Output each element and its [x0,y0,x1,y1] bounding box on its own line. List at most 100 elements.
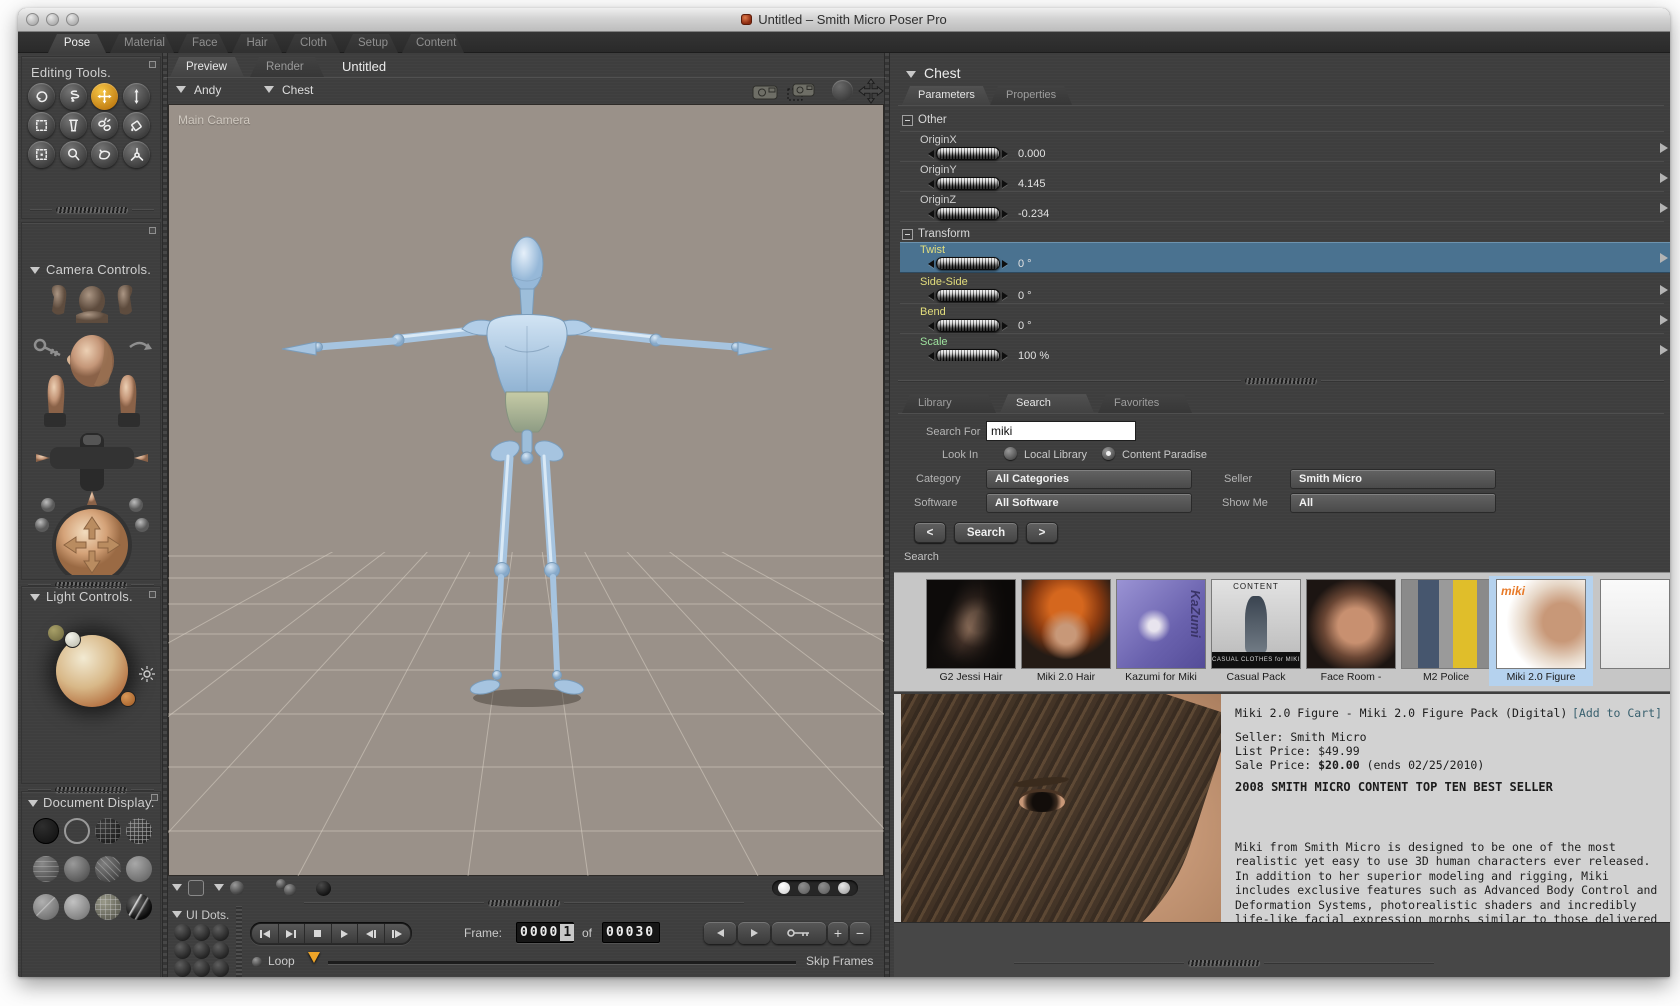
radio-content-paradise[interactable] [1102,447,1115,460]
disclosure-triangle-icon[interactable] [30,267,40,274]
style-dot-icon[interactable] [818,882,830,894]
tracking-menu-arrow-icon[interactable] [172,884,182,891]
light-dot-icon[interactable] [120,691,136,707]
step-forward-button[interactable] [384,924,410,943]
paint-tool-icon[interactable] [123,112,150,139]
result-item-selected[interactable]: miki Miki 2.0 Figure [1492,579,1590,683]
style-dot-icon[interactable] [798,882,810,894]
collapse-other-icon[interactable] [902,115,913,126]
radio-local-library[interactable] [1004,447,1017,460]
param-label-scale[interactable]: Scale [920,336,948,348]
multi-sphere-icon[interactable] [284,884,296,896]
timeline-marker[interactable] [308,952,320,963]
light-dot-icon[interactable] [64,631,81,648]
scale-tool-icon[interactable] [28,112,55,139]
param-dial-bend[interactable] [928,319,1008,332]
library-resize-grip[interactable] [898,377,1664,384]
tab-library[interactable]: Library [902,394,996,413]
tab-render[interactable]: Render [250,57,324,77]
section-widget-icon[interactable] [149,227,156,234]
param-label[interactable]: OriginX [920,134,957,146]
depth-cue-menu-arrow-icon[interactable] [214,884,224,891]
show-me-dropdown[interactable]: All [1290,493,1496,513]
camera-controls-cluster[interactable] [26,283,158,575]
first-frame-button[interactable] [252,924,278,943]
tab-properties[interactable]: Properties [990,86,1072,105]
param-value[interactable]: 0 ° [1018,320,1032,332]
tab-search[interactable]: Search [1000,394,1094,413]
radio-content-paradise-label[interactable]: Content Paradise [1122,449,1207,461]
direct-manipulation-tool-icon[interactable] [123,141,150,168]
tab-favorites[interactable]: Favorites [1098,394,1192,413]
timeline-track[interactable] [328,961,796,964]
seller-dropdown[interactable]: Smith Micro [1290,469,1496,489]
shadow-sphere-icon[interactable] [316,881,331,896]
grouping-tool-icon[interactable] [28,141,55,168]
result-thumbnail[interactable]: CONTENT CASUAL CLOTHES for MIKI [1211,579,1301,669]
tab-pose[interactable]: Pose [48,34,106,53]
depth-cue-sphere-icon[interactable] [230,881,244,895]
result-thumbnail[interactable] [926,579,1016,669]
param-label[interactable]: OriginZ [920,194,956,206]
timeline-resize-grip[interactable] [304,899,744,906]
frame-current-field[interactable]: 0000 1 [516,922,575,943]
collapse-transform-icon[interactable] [902,229,913,240]
param-dial-originy[interactable] [928,177,1008,190]
param-value[interactable]: -0.234 [1018,208,1049,220]
translate-pull-tool-icon[interactable] [91,83,118,110]
camera-select-icon[interactable] [786,81,816,106]
selected-parameter-row[interactable] [900,242,1670,273]
figure-menu-arrow-icon[interactable] [176,86,186,93]
ui-dot[interactable] [193,942,210,959]
display-mode-sketch-icon[interactable] [126,894,152,920]
param-value[interactable]: 100 % [1018,350,1049,361]
param-menu-arrow-icon[interactable] [1660,143,1668,153]
param-label-sideside[interactable]: Side-Side [920,276,968,288]
next-key-button[interactable] [738,922,770,944]
category-dropdown[interactable]: All Categories [986,469,1192,489]
edit-keyframes-button[interactable] [772,922,826,944]
result-thumbnail[interactable] [1306,579,1396,669]
param-value[interactable]: 0 ° [1018,258,1032,270]
ui-dot[interactable] [212,942,229,959]
display-mode-texturewire-icon[interactable] [95,894,121,920]
play-button[interactable] [331,924,357,943]
param-dial-scale[interactable] [928,349,1008,361]
light-dot-icon[interactable] [48,625,64,641]
param-dial-originx[interactable] [928,147,1008,160]
disclosure-triangle-icon[interactable] [28,800,38,807]
taper-tool-icon[interactable] [60,112,87,139]
result-item[interactable]: G2 Jessi Hair [922,579,1020,683]
param-menu-arrow-icon[interactable] [1660,285,1668,295]
ui-dot[interactable] [212,960,229,977]
param-menu-arrow-icon[interactable] [1660,345,1668,355]
param-value[interactable]: 0 ° [1018,290,1032,302]
actor-selector[interactable]: Chest [282,83,313,97]
actor-menu-arrow-icon[interactable] [264,86,274,93]
result-thumbnail[interactable]: miki [1496,579,1586,669]
library-bottom-grip[interactable] [1014,959,1434,966]
result-thumbnail[interactable]: KaZumi [1116,579,1206,669]
frame-total-field[interactable]: 00030 [602,922,660,943]
morphing-tool-icon[interactable] [91,141,118,168]
view-magnifier-tool-icon[interactable] [60,141,87,168]
tab-parameters[interactable]: Parameters [902,86,991,105]
display-mode-hiddenline-icon[interactable] [126,818,152,844]
result-item[interactable]: CONTENT CASUAL CLOTHES for MIKI Casual P… [1207,579,1305,683]
tab-preview[interactable]: Preview [170,57,244,77]
result-item[interactable]: M2 Police [1397,579,1495,683]
search-input[interactable] [986,421,1136,441]
ui-dot[interactable] [193,960,210,977]
ui-dot[interactable] [174,924,191,941]
result-thumbnail[interactable] [1600,579,1670,669]
ui-dot[interactable] [212,924,229,941]
display-mode-flatlined-icon[interactable] [95,856,121,882]
param-dial-sideside[interactable] [928,289,1008,302]
disclosure-triangle-icon[interactable] [30,594,40,601]
stop-button[interactable] [305,924,331,943]
tab-hair[interactable]: Hair [232,34,282,53]
ui-dot[interactable] [174,942,191,959]
display-mode-wireframe-icon[interactable] [95,818,121,844]
param-value[interactable]: 0.000 [1018,148,1046,160]
title-bar[interactable]: Untitled – Smith Micro Poser Pro [18,8,1670,32]
